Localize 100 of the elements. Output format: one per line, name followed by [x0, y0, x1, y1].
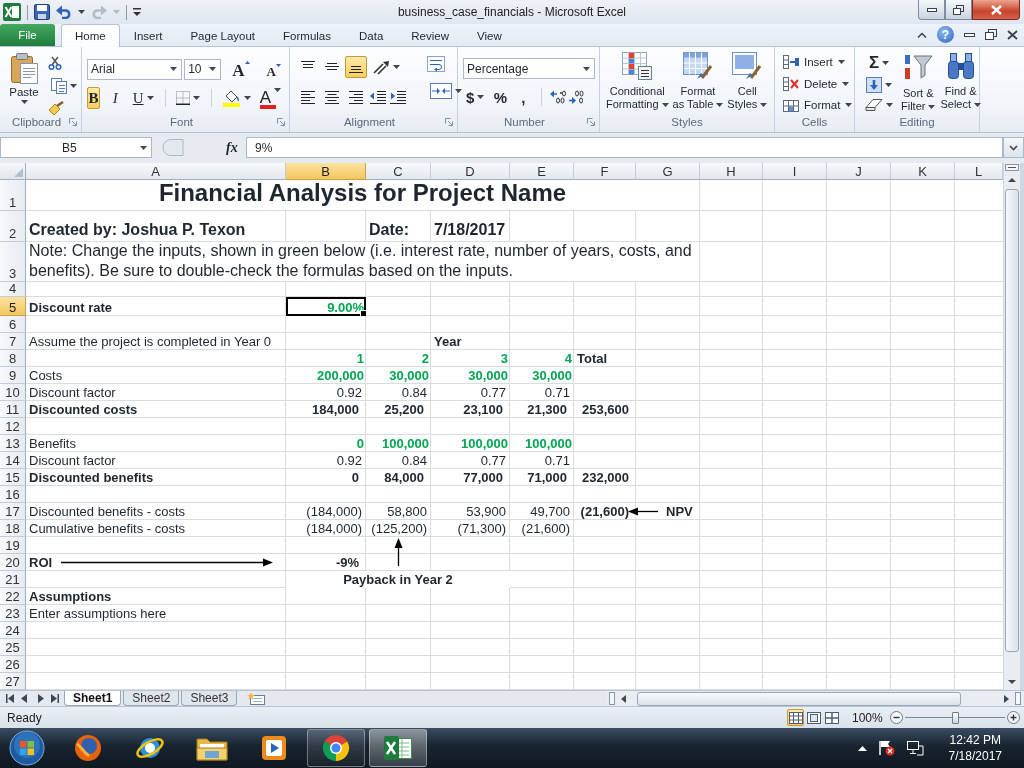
zoom-slider[interactable] [905, 710, 1005, 725]
zoom-percent[interactable]: 100% [852, 710, 890, 725]
row-header[interactable]: 10 [0, 384, 26, 401]
vertical-scrollbar[interactable] [1003, 163, 1020, 690]
row-header[interactable]: 20 [0, 554, 26, 571]
column-header[interactable]: K [891, 163, 955, 180]
name-box[interactable]: B5 [0, 137, 152, 158]
chevron-up-icon[interactable] [917, 31, 927, 38]
up-triangle-icon[interactable] [857, 745, 867, 751]
slider-thumb[interactable] [952, 711, 959, 724]
bold-button[interactable]: B [87, 87, 100, 109]
find-select-button[interactable]: Find & Select [940, 50, 982, 116]
format-as-table-button[interactable]: Format as Table [672, 50, 724, 116]
expand-formula-button[interactable] [1003, 137, 1024, 158]
close-button[interactable] [972, 0, 1020, 20]
row-header[interactable]: 3 [0, 242, 26, 282]
insert-button[interactable]: Insert [783, 52, 854, 72]
minimize-icon[interactable] [964, 32, 975, 37]
row-header[interactable]: 19 [0, 537, 26, 554]
dialog-launcher-icon[interactable] [445, 118, 453, 126]
row-header[interactable]: 6 [0, 316, 26, 333]
column-header[interactable]: D [431, 163, 510, 180]
paste-button[interactable]: Paste [9, 52, 39, 115]
percent-button[interactable]: % [490, 86, 511, 108]
horizontal-scrollbar[interactable] [606, 691, 1024, 706]
taskbar-button[interactable] [369, 729, 427, 767]
currency-button[interactable]: $ [463, 86, 488, 108]
row-header[interactable]: 8 [0, 350, 26, 367]
font-size-field[interactable]: 10 [184, 58, 222, 80]
zoom-in-icon[interactable] [1007, 711, 1020, 724]
scissors-icon[interactable] [48, 56, 62, 70]
column-header[interactable]: L [955, 163, 1003, 180]
view-button[interactable] [805, 709, 822, 726]
flag-icon[interactable] [877, 740, 895, 756]
next-sheet-icon[interactable] [35, 694, 45, 703]
column-header[interactable]: E [510, 163, 574, 180]
ribbon-tab[interactable]: Review [397, 24, 463, 46]
minimize-button[interactable] [918, 0, 945, 20]
cell-styles-button[interactable]: Cell Styles [727, 50, 768, 116]
increase-decimal-icon[interactable] [550, 90, 567, 104]
underline-button[interactable]: U [129, 87, 157, 109]
font-color-button[interactable]: A [256, 87, 284, 109]
row-header[interactable]: 5 [0, 297, 26, 316]
row-header[interactable]: 16 [0, 486, 26, 503]
close-icon[interactable] [1007, 29, 1018, 40]
column-header[interactable]: I [763, 163, 827, 180]
sheet-tab[interactable]: Sheet2 [123, 691, 180, 706]
row-header[interactable]: 11 [0, 401, 26, 418]
row-header[interactable]: 1 [0, 180, 26, 211]
comma-button[interactable]: , [513, 86, 534, 108]
font-field[interactable]: Arial [87, 58, 183, 80]
file-tab[interactable]: File [0, 24, 55, 46]
restore-button[interactable] [945, 0, 972, 20]
format-button[interactable]: Format [783, 95, 854, 115]
merge-button[interactable] [427, 80, 465, 102]
ribbon-tab[interactable]: Formulas [269, 24, 345, 46]
ribbon-tab[interactable]: Page Layout [176, 24, 270, 46]
row-header[interactable]: 15 [0, 469, 26, 486]
row-header[interactable]: 27 [0, 673, 26, 690]
row-header[interactable]: 18 [0, 520, 26, 537]
increase-indent-icon[interactable] [389, 90, 407, 104]
row-header[interactable]: 24 [0, 622, 26, 639]
row-header[interactable]: 7 [0, 333, 26, 350]
previous-sheet-icon[interactable] [20, 694, 30, 703]
taskbar-button[interactable] [307, 729, 365, 767]
brush-icon[interactable] [48, 101, 64, 115]
dialog-launcher-icon[interactable] [69, 118, 77, 126]
row-header[interactable]: 21 [0, 571, 26, 588]
grow-font-button[interactable]: A [229, 58, 253, 80]
row-header[interactable]: 2 [0, 211, 26, 242]
sheet-tab[interactable]: Sheet3 [181, 691, 238, 706]
monitor-icon[interactable] [905, 740, 924, 756]
split-handle-icon[interactable] [609, 692, 615, 705]
row-header[interactable]: 4 [0, 282, 26, 297]
sheet-tab[interactable]: Sheet1 [64, 691, 122, 706]
first-sheet-icon[interactable] [5, 694, 15, 703]
alignment-button[interactable] [345, 56, 367, 78]
dialog-launcher-icon[interactable] [277, 118, 285, 126]
sort-filter-button[interactable]: Sort & Filter [901, 50, 936, 116]
insert-function-button[interactable]: fx [226, 137, 246, 158]
ribbon-tab[interactable]: Home [61, 24, 120, 47]
row-header[interactable]: 12 [0, 418, 26, 435]
column-header[interactable]: H [700, 163, 763, 180]
splitter-handle-icon[interactable] [162, 139, 184, 156]
insert-sheet-icon[interactable] [247, 692, 266, 705]
row-header[interactable]: 14 [0, 452, 26, 469]
number-format-field[interactable]: Percentage [463, 58, 595, 79]
start-orb-icon[interactable] [9, 730, 45, 766]
save-icon[interactable] [34, 4, 50, 20]
row-header[interactable]: 22 [0, 588, 26, 605]
wrap-text-icon[interactable] [427, 56, 445, 72]
decrease-decimal-icon[interactable] [569, 90, 586, 104]
undo-icon[interactable] [56, 5, 72, 19]
ribbon-tab[interactable]: Insert [119, 24, 177, 46]
row-header[interactable]: 13 [0, 435, 26, 452]
last-sheet-icon[interactable] [50, 694, 60, 703]
italic-button[interactable]: I [108, 87, 122, 109]
row-header[interactable]: 26 [0, 656, 26, 673]
decrease-indent-icon[interactable] [369, 90, 387, 104]
row-header[interactable]: 25 [0, 639, 26, 656]
